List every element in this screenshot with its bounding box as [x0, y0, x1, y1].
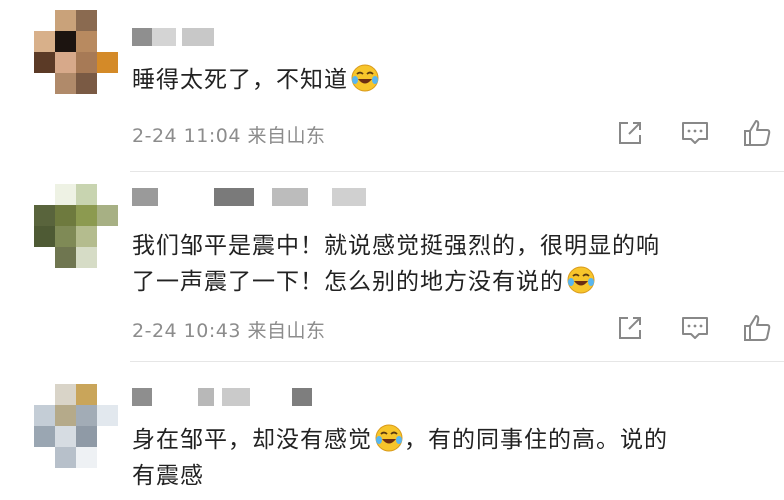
comment-feed: 睡得太死了，不知道 2-24 11:04 来自山东 我们邹平是震中！就说感觉挺强…	[0, 0, 784, 500]
comment-item: 身在邹平，却没有感觉 ，有的同事住的高。说的 有震感	[0, 362, 784, 500]
comment-meta: 2-24 10:43 来自山东	[132, 316, 325, 343]
comment-item: 睡得太死了，不知道 2-24 11:04 来自山东	[0, 0, 784, 172]
avatar[interactable]	[34, 384, 118, 468]
comment-date: 2-24 10:43	[132, 320, 241, 342]
comment-date: 2-24 11:04	[132, 125, 241, 147]
comment-location: 来自山东	[247, 320, 326, 342]
comment-text: 我们邹平是震中！就说感觉挺强烈的，很明显的响 了一声震了一下！怎么别的地方没有说…	[132, 228, 762, 300]
comment-location: 来自山东	[247, 125, 326, 147]
comment-item: 我们邹平是震中！就说感觉挺强烈的，很明显的响 了一声震了一下！怎么别的地方没有说…	[0, 172, 784, 362]
laugh-cry-emoji-icon	[567, 266, 595, 294]
thumbs-up-icon[interactable]	[741, 117, 773, 149]
comment-text-line: 我们邹平是震中！就说感觉挺强烈的，很明显的响	[132, 233, 660, 259]
comment-icon[interactable]	[679, 312, 711, 344]
comment-icon[interactable]	[679, 117, 711, 149]
avatar[interactable]	[34, 184, 118, 268]
comment-text-line: 有震感	[132, 463, 204, 489]
comment-text-body: 睡得太死了，不知道	[132, 67, 348, 93]
comment-text-line: 了一声震了一下！怎么别的地方没有说的	[132, 269, 564, 295]
comment-meta: 2-24 11:04 来自山东	[132, 121, 325, 148]
laugh-cry-emoji-icon	[375, 424, 403, 452]
thumbs-up-icon[interactable]	[741, 312, 773, 344]
comment-text-segment: ，有的同事住的高。说的	[404, 427, 668, 453]
comment-text: 睡得太死了，不知道	[132, 62, 762, 98]
avatar[interactable]	[34, 10, 118, 94]
comment-text-segment: 身在邹平，却没有感觉	[132, 427, 372, 453]
comment-text: 身在邹平，却没有感觉 ，有的同事住的高。说的 有震感	[132, 422, 762, 494]
share-icon[interactable]	[614, 117, 646, 149]
laugh-cry-emoji-icon	[351, 64, 379, 92]
share-icon[interactable]	[614, 312, 646, 344]
